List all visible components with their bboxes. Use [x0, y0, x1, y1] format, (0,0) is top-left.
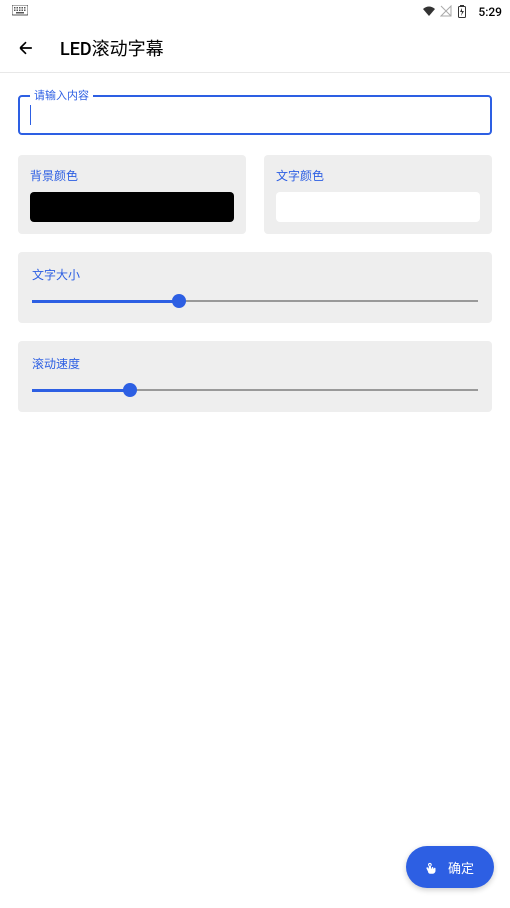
scroll-speed-label: 滚动速度 [32, 355, 478, 372]
content-input-label: 请输入内容 [30, 87, 93, 103]
font-size-card: 文字大小 [18, 252, 492, 323]
background-color-label: 背景颜色 [30, 167, 234, 184]
text-color-card: 文字颜色 [264, 155, 492, 234]
background-color-swatch[interactable] [30, 192, 234, 222]
status-bar: 5:29 [0, 0, 510, 24]
text-color-swatch[interactable] [276, 192, 480, 222]
back-button[interactable] [16, 38, 36, 58]
status-time: 5:29 [478, 5, 502, 19]
font-size-slider[interactable] [32, 297, 478, 305]
slider-fill [32, 389, 130, 392]
font-size-label: 文字大小 [32, 266, 478, 283]
page-title: LED滚动字幕 [60, 35, 164, 61]
scroll-speed-slider[interactable] [32, 386, 478, 394]
slider-thumb[interactable] [123, 383, 137, 397]
divider [0, 72, 510, 73]
touch-icon [422, 858, 440, 876]
signal-icon [440, 5, 454, 19]
color-row: 背景颜色 文字颜色 [18, 155, 492, 234]
scroll-speed-card: 滚动速度 [18, 341, 492, 412]
app-bar: LED滚动字幕 [0, 24, 510, 72]
keyboard-icon [12, 5, 28, 20]
background-color-card: 背景颜色 [18, 155, 246, 234]
text-color-label: 文字颜色 [276, 167, 480, 184]
slider-fill [32, 300, 179, 303]
confirm-button-label: 确定 [448, 858, 474, 877]
wifi-icon [422, 5, 436, 19]
content-input-container: 请输入内容 [18, 95, 492, 135]
content: 请输入内容 背景颜色 文字颜色 文字大小 滚动速度 [0, 95, 510, 412]
text-cursor [30, 105, 31, 125]
slider-thumb[interactable] [172, 294, 186, 308]
confirm-button[interactable]: 确定 [406, 846, 494, 888]
battery-icon [458, 5, 472, 19]
